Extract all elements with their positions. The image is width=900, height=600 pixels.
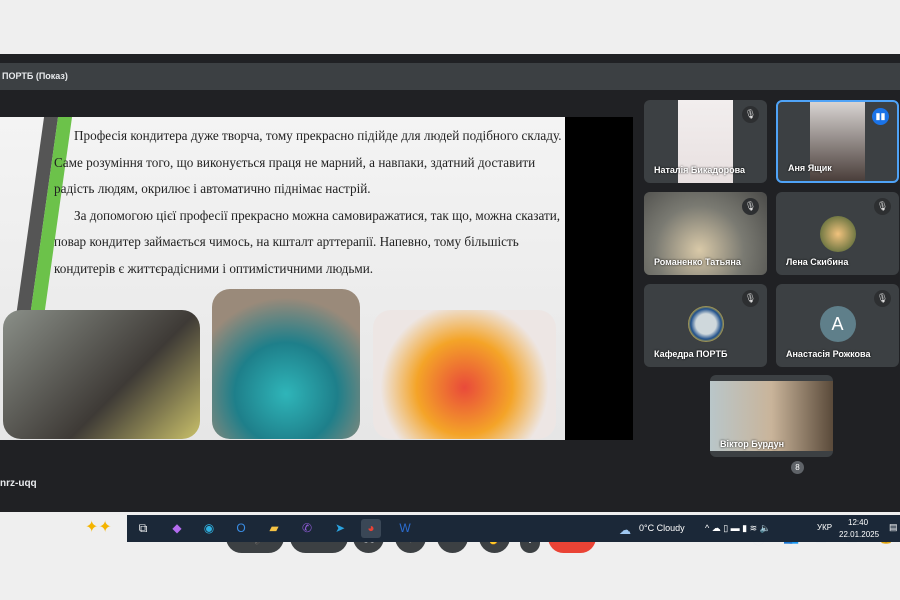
mic-off-icon: 🎙: [742, 106, 759, 123]
slide-text: Професія кондитера дуже творча, тому пре…: [54, 123, 562, 282]
language-indicator[interactable]: УКР: [817, 523, 832, 532]
speaking-icon: ▮▮: [872, 108, 889, 125]
presentation-title: ПОРТБ (Показ): [0, 63, 900, 90]
avatar: [819, 216, 856, 252]
cloud-icon: ☁: [619, 523, 631, 537]
meeting-code: nrz-uqq: [0, 478, 37, 489]
participant-tile[interactable]: A 🎙 Анастасія Рожкова: [776, 284, 899, 367]
participant-name: Кафедра ПОРТБ: [654, 349, 728, 359]
copilot-icon[interactable]: ◆: [167, 519, 187, 538]
chrome-icon[interactable]: ◕: [361, 519, 381, 538]
participant-tile[interactable]: ▮▮ Аня Ящик: [776, 100, 899, 183]
participant-name: Віктор Бурдун: [720, 439, 785, 449]
notifications-icon[interactable]: ▤: [889, 522, 898, 533]
file-explorer-icon[interactable]: ▰: [264, 519, 284, 538]
participant-name: Романенко Татьяна: [654, 257, 741, 267]
people-count-badge: 8: [791, 461, 804, 474]
system-tray-icons[interactable]: ^ ☁ ▯ ▬ ▮ ≋ 🔈: [705, 523, 771, 534]
copilot-sparkle-icon[interactable]: ✦✦: [85, 517, 112, 537]
participant-tile[interactable]: 🎙 Кафедра ПОРТБ: [644, 284, 767, 367]
avatar: [687, 306, 724, 342]
word-icon[interactable]: W: [395, 519, 415, 538]
outlook-icon[interactable]: O: [231, 519, 251, 538]
slide-photo-cake-fruit: [373, 310, 556, 439]
slide-photo-cake-sea: [212, 289, 360, 439]
slide-background: Професія кондитера дуже творча, тому пре…: [0, 117, 565, 440]
clock-date[interactable]: 22.01.2025: [839, 530, 879, 539]
participant-tile[interactable]: 🎙 Наталія Бикадорова: [644, 100, 767, 183]
mic-off-icon: 🎙: [742, 290, 759, 307]
avatar: A: [819, 306, 856, 342]
participant-name: Лена Скибина: [786, 257, 849, 267]
clock-time[interactable]: 12:40: [848, 518, 868, 527]
participant-name: Анастасія Рожкова: [786, 349, 871, 359]
shared-slide: Професія кондитера дуже творча, тому пре…: [0, 117, 633, 440]
task-view-icon[interactable]: ⧉: [133, 519, 153, 538]
weather-text[interactable]: 0°C Cloudy: [639, 523, 685, 533]
slide-photo-bakers: [3, 310, 200, 439]
mic-off-icon: 🎙: [742, 198, 759, 215]
participant-tile[interactable]: 🎙 Романенко Татьяна: [644, 192, 767, 275]
slide-paragraph: Професія кондитера дуже творча, тому пре…: [54, 128, 562, 196]
mic-off-icon: 🎙: [874, 198, 891, 215]
participant-tile[interactable]: 🎙 Лена Скибина: [776, 192, 899, 275]
participant-name: Наталія Бикадорова: [654, 165, 746, 175]
viber-icon[interactable]: ✆: [297, 519, 317, 538]
participant-name: Аня Ящик: [788, 163, 832, 173]
taskbar: ⧉ ◆ ◉ O ▰ ✆ ➤ ◕ W ☁ 0°C Cloudy ^ ☁ ▯ ▬ ▮…: [127, 515, 900, 542]
meet-window: ПОРТБ (Показ) Професія кондитера дуже тв…: [0, 54, 900, 553]
slide-paragraph: За допомогою цієї професії прекрасно мож…: [54, 207, 561, 276]
mic-off-icon: 🎙: [874, 290, 891, 307]
telegram-icon[interactable]: ➤: [330, 519, 350, 538]
participant-tile[interactable]: Віктор Бурдун: [710, 375, 833, 457]
edge-icon[interactable]: ◉: [199, 519, 219, 538]
